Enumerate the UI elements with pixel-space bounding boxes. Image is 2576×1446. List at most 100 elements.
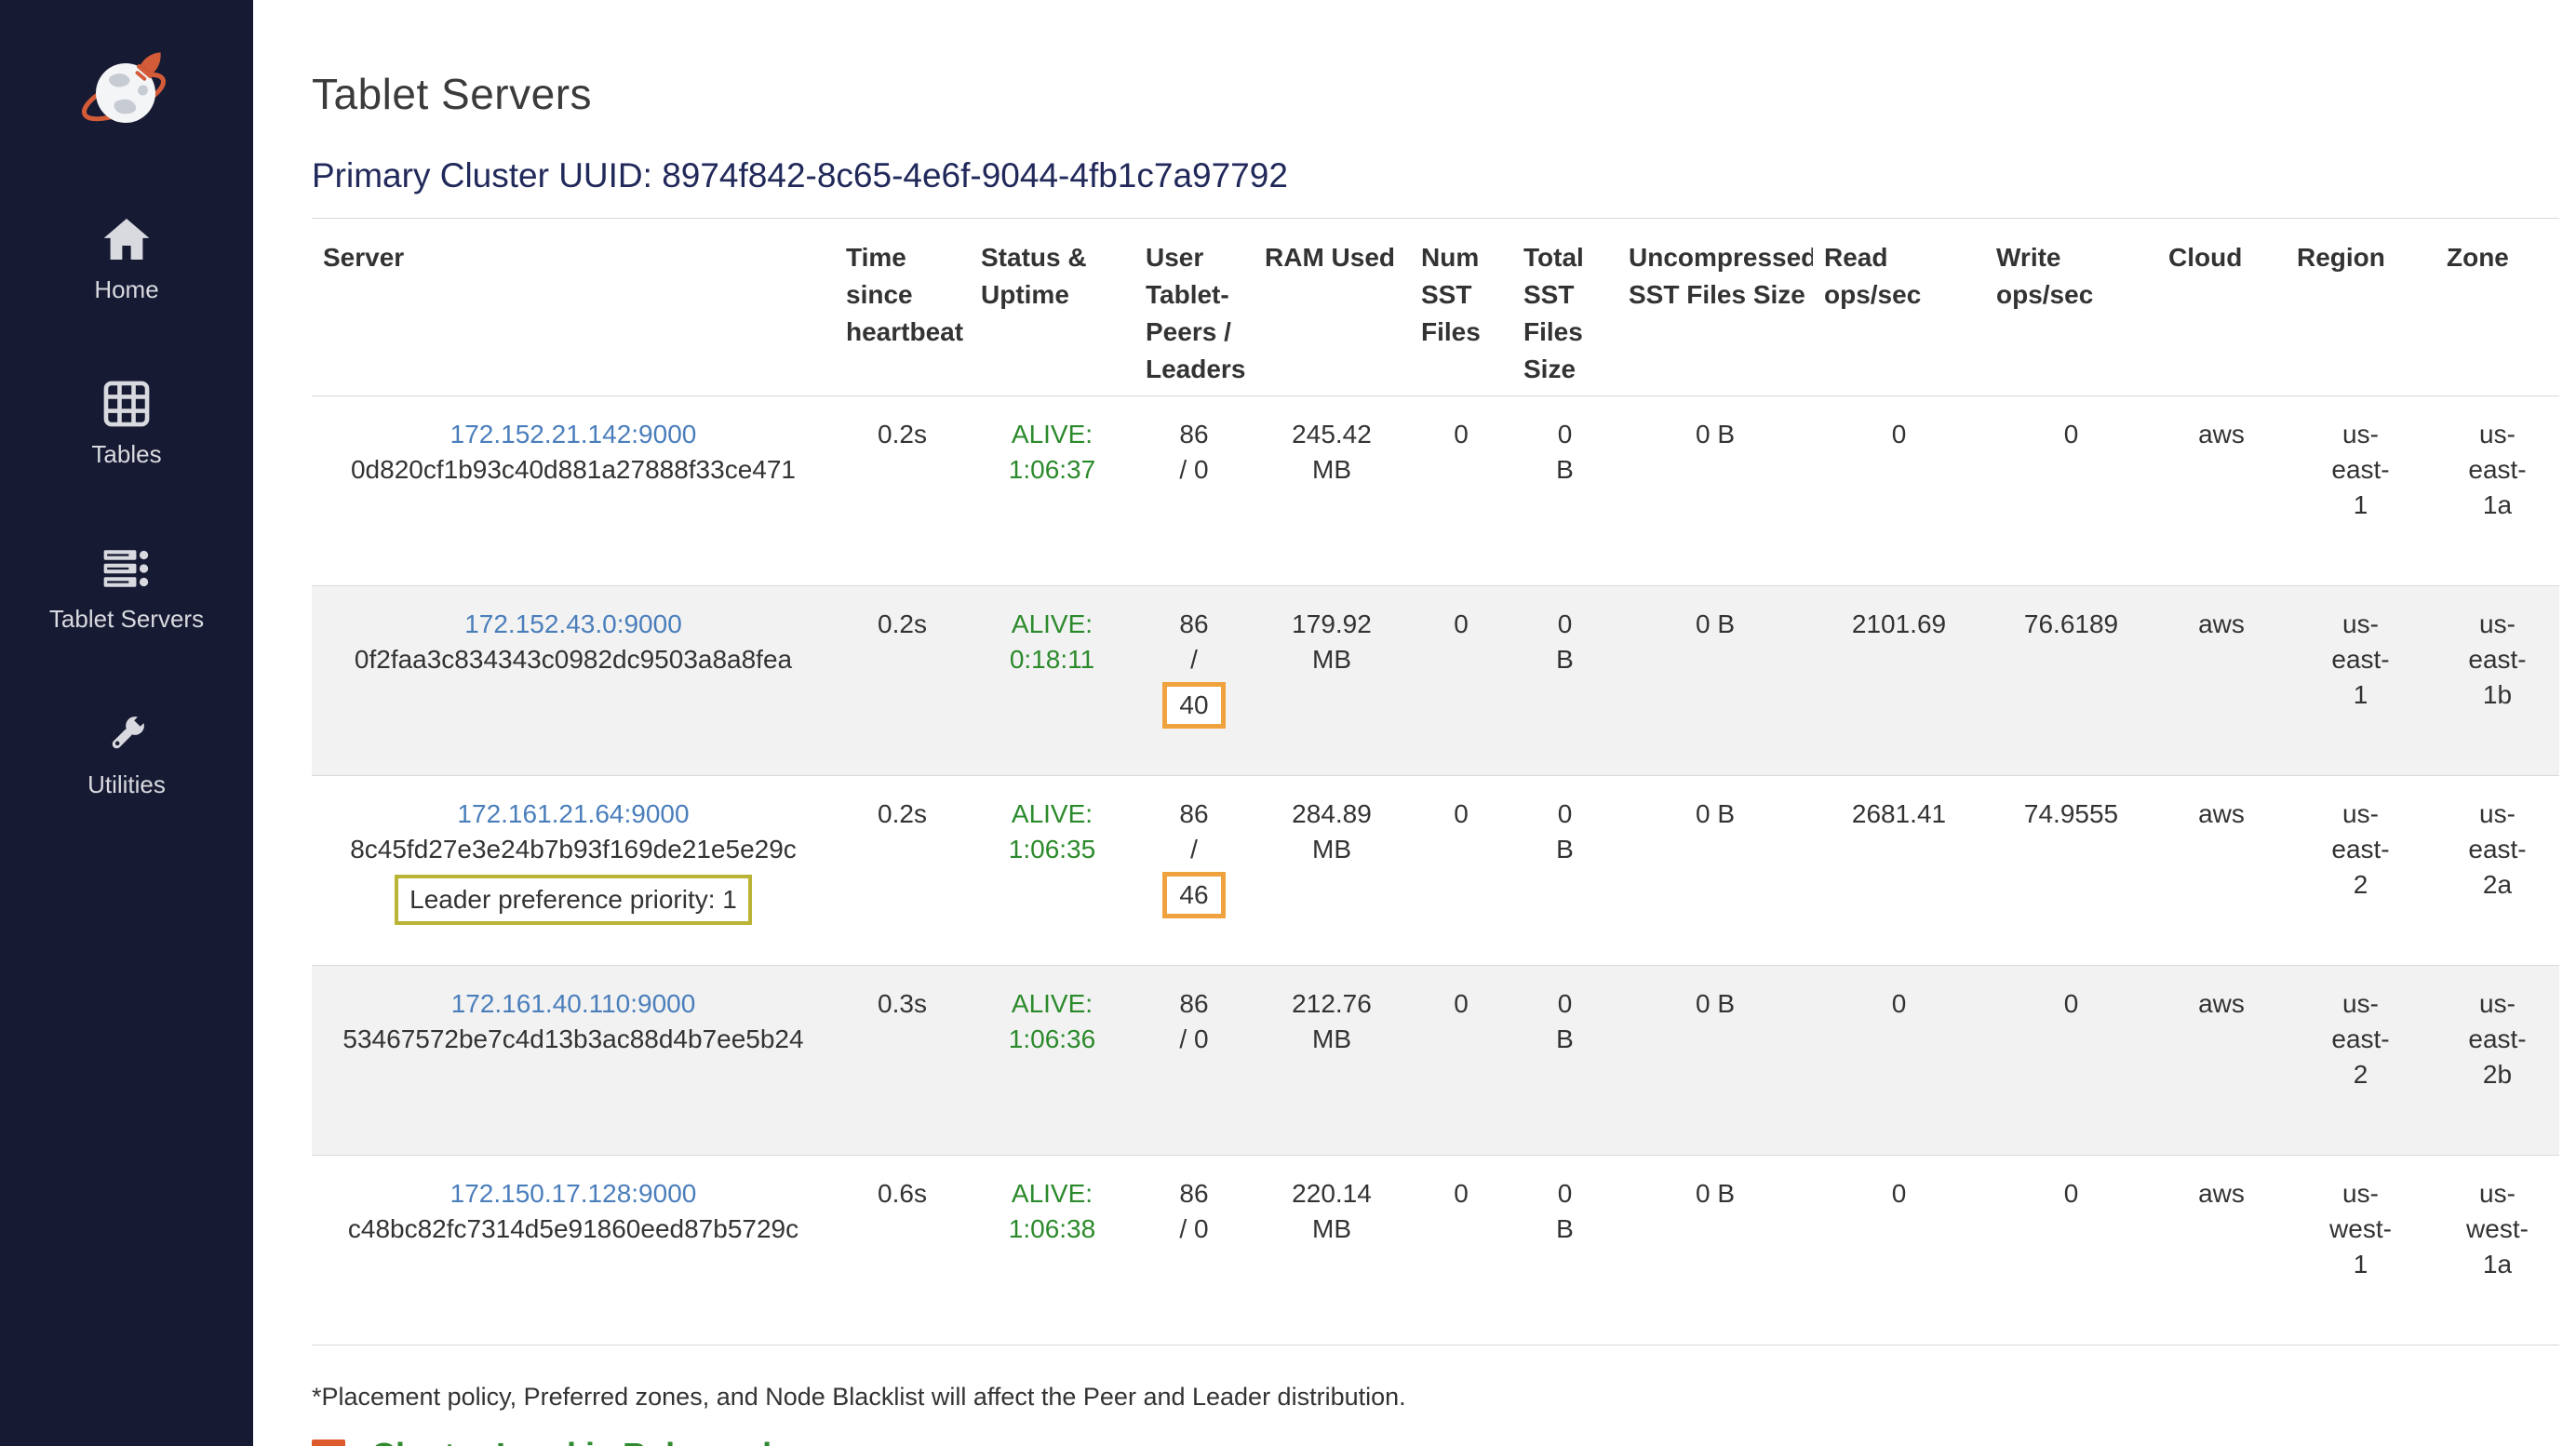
placement-policy-note: *Placement policy, Preferred zones, and …	[312, 1383, 2559, 1412]
total-sst-cell: 0B	[1512, 1156, 1617, 1346]
leaders-count: / 0	[1142, 452, 1246, 488]
total-sst-cell: 0B	[1512, 776, 1617, 966]
column-header-read-ops: Read ops/sec	[1813, 219, 1985, 396]
uncompressed-sst-cell: 0 B	[1617, 396, 1813, 586]
leaders-count: / 0	[1142, 1212, 1246, 1247]
zone-cell: us-east-2a	[2435, 776, 2559, 966]
column-header-uncompressed-sst: Uncompressed SST Files Size	[1617, 219, 1813, 396]
zone-cell: us-east-1a	[2435, 396, 2559, 586]
uncompressed-sst-cell: 0 B	[1617, 586, 1813, 776]
server-link[interactable]: 172.152.43.0:9000	[464, 609, 682, 638]
status-alive: ALIVE:	[977, 1176, 1127, 1212]
yugabyte-logo-icon[interactable]	[75, 43, 178, 145]
tablet-servers-table: Server Time since heartbeat Status & Upt…	[312, 218, 2559, 1346]
table-row: 172.152.21.142:9000 0d820cf1b93c40d881a2…	[312, 396, 2559, 586]
region-cell: us-east-1	[2286, 396, 2435, 586]
server-link[interactable]: 172.161.21.64:9000	[457, 799, 689, 828]
num-sst-cell: 0	[1410, 966, 1512, 1156]
zone-cell: us-east-1b	[2435, 586, 2559, 776]
cloud-cell: aws	[2157, 776, 2286, 966]
leaders-count: 46	[1179, 880, 1208, 909]
zone-cell: us-east-2b	[2435, 966, 2559, 1156]
sidebar-item-tables[interactable]: Tables	[91, 377, 161, 469]
total-sst-cell: 0B	[1512, 586, 1617, 776]
server-cell: 172.161.40.110:9000 53467572be7c4d13b3ac…	[312, 966, 835, 1156]
status-uptime: 1:06:36	[977, 1022, 1127, 1057]
peers-leaders-separator: /	[1142, 832, 1246, 867]
read-ops-cell: 2101.69	[1813, 586, 1985, 776]
tablet-servers-icon	[100, 542, 154, 596]
read-ops-cell: 2681.41	[1813, 776, 1985, 966]
server-link[interactable]: 172.161.40.110:9000	[451, 989, 696, 1018]
column-header-zone: Zone	[2435, 219, 2559, 396]
read-ops-cell: 0	[1813, 966, 1985, 1156]
server-uuid: 0f2faa3c834343c0982dc9503a8a8fea	[319, 642, 827, 677]
num-sst-cell: 0	[1410, 586, 1512, 776]
peers-leaders-cell: 86 / 0	[1134, 1156, 1254, 1346]
leaders-highlight-box: 40	[1162, 682, 1225, 729]
status-cell: ALIVE: 1:06:38	[970, 1156, 1134, 1346]
table-row: 172.161.40.110:9000 53467572be7c4d13b3ac…	[312, 966, 2559, 1156]
peers-leaders-cell: 86 / 0	[1134, 396, 1254, 586]
column-header-write-ops: Write ops/sec	[1985, 219, 2157, 396]
server-cell: 172.161.21.64:9000 8c45fd27e3e24b7b93f16…	[312, 776, 835, 966]
status-cell: ALIVE: 1:06:35	[970, 776, 1134, 966]
status-uptime: 1:06:38	[977, 1212, 1127, 1247]
uncompressed-sst-cell: 0 B	[1617, 1156, 1813, 1346]
main-content: Tablet Servers Primary Cluster UUID: 897…	[253, 0, 2576, 1446]
num-sst-cell: 0	[1410, 776, 1512, 966]
server-link[interactable]: 172.152.21.142:9000	[450, 420, 697, 449]
write-ops-cell: 0	[1985, 1156, 2157, 1346]
tables-grid-icon	[100, 377, 154, 431]
column-header-server: Server	[312, 219, 835, 396]
table-row: 172.152.43.0:9000 0f2faa3c834343c0982dc9…	[312, 586, 2559, 776]
primary-cluster-uuid: Primary Cluster UUID: 8974f842-8c65-4e6f…	[312, 156, 2559, 195]
peers-count: 86	[1142, 607, 1246, 642]
heartbeat-cell: 0.2s	[835, 586, 970, 776]
server-uuid: c48bc82fc7314d5e91860eed87b5729c	[319, 1212, 827, 1247]
peers-count: 86	[1142, 1176, 1246, 1212]
leader-preference-note: Leader preference priority: 1	[395, 875, 752, 925]
server-link[interactable]: 172.150.17.128:9000	[450, 1179, 697, 1208]
heartbeat-cell: 0.6s	[835, 1156, 970, 1346]
cluster-load-icon	[312, 1439, 351, 1446]
status-alive: ALIVE:	[977, 607, 1127, 642]
sidebar-item-label: Tablet Servers	[49, 605, 204, 634]
table-row: 172.150.17.128:9000 c48bc82fc7314d5e9186…	[312, 1156, 2559, 1346]
ram-cell: 220.14MB	[1254, 1156, 1410, 1346]
total-sst-cell: 0B	[1512, 966, 1617, 1156]
peers-leaders-cell: 86 / 0	[1134, 966, 1254, 1156]
status-alive: ALIVE:	[977, 417, 1127, 452]
leaders-highlight-box: 46	[1162, 872, 1225, 918]
column-header-peers-leaders: User Tablet-Peers / Leaders	[1134, 219, 1254, 396]
sidebar-item-utilities[interactable]: Utilities	[87, 707, 166, 799]
write-ops-cell: 74.9555	[1985, 776, 2157, 966]
sidebar-item-label: Home	[94, 275, 158, 304]
total-sst-cell: 0B	[1512, 396, 1617, 586]
utilities-wrench-icon	[100, 707, 154, 761]
region-cell: us-west-1	[2286, 1156, 2435, 1346]
column-header-region: Region	[2286, 219, 2435, 396]
uncompressed-sst-cell: 0 B	[1617, 776, 1813, 966]
table-header-row: Server Time since heartbeat Status & Upt…	[312, 219, 2559, 396]
write-ops-cell: 76.6189	[1985, 586, 2157, 776]
server-uuid: 0d820cf1b93c40d881a27888f33ce471	[319, 452, 827, 488]
write-ops-cell: 0	[1985, 966, 2157, 1156]
sidebar-item-label: Utilities	[87, 770, 166, 799]
peers-count: 86	[1142, 986, 1246, 1022]
region-cell: us-east-1	[2286, 586, 2435, 776]
ram-cell: 179.92MB	[1254, 586, 1410, 776]
num-sst-cell: 0	[1410, 396, 1512, 586]
sidebar-item-home[interactable]: Home	[94, 212, 158, 304]
heartbeat-cell: 0.2s	[835, 396, 970, 586]
status-alive: ALIVE:	[977, 797, 1127, 832]
leaders-count: / 0	[1142, 1022, 1246, 1057]
column-header-ram: RAM Used	[1254, 219, 1410, 396]
region-cell: us-east-2	[2286, 776, 2435, 966]
cluster-load-heading: Cluster Load is Balanced	[312, 1436, 2559, 1446]
cluster-load-text: Cluster Load is Balanced	[371, 1436, 771, 1446]
column-header-num-sst: Num SST Files	[1410, 219, 1512, 396]
column-header-cloud: Cloud	[2157, 219, 2286, 396]
status-cell: ALIVE: 1:06:36	[970, 966, 1134, 1156]
sidebar-item-tablet-servers[interactable]: Tablet Servers	[49, 542, 204, 634]
